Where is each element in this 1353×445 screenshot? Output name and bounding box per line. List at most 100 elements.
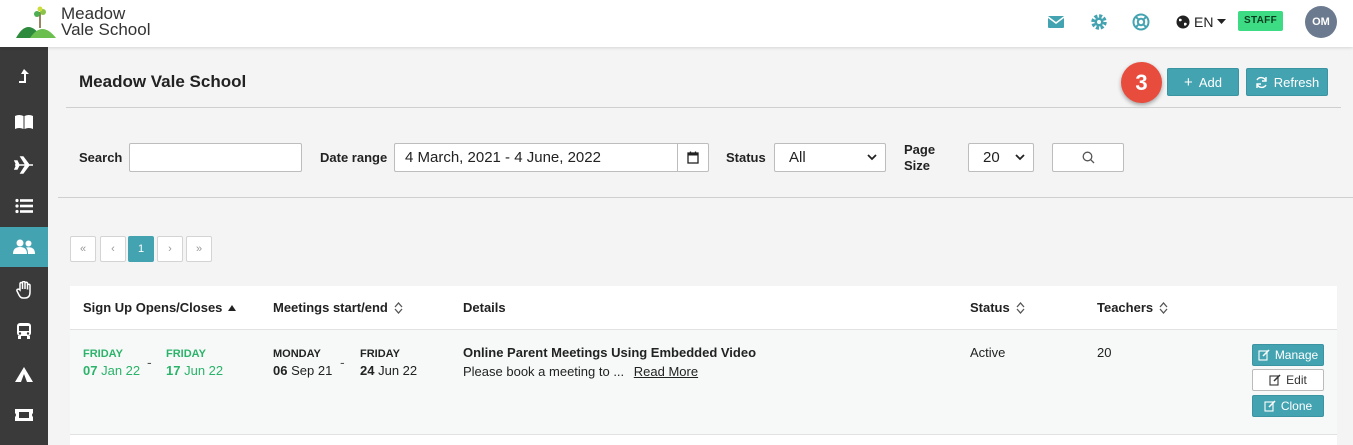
sort-icon bbox=[394, 301, 403, 314]
sidebar-item-list[interactable] bbox=[0, 186, 48, 226]
refresh-button[interactable]: Refresh bbox=[1246, 68, 1328, 96]
meeting-end-day: FRIDAY bbox=[360, 348, 400, 360]
read-more-link[interactable]: Read More bbox=[634, 364, 698, 379]
tent-icon bbox=[15, 367, 33, 382]
pagination-next[interactable]: › bbox=[157, 236, 183, 262]
status-label: Status bbox=[726, 150, 766, 165]
signup-close-daynum: 17 bbox=[166, 363, 181, 378]
meeting-start-daynum: 06 bbox=[273, 363, 288, 378]
status-select[interactable]: All bbox=[774, 143, 886, 172]
signup-close-date: 17 Jun 22 bbox=[166, 363, 223, 378]
edit-button-label: Edit bbox=[1286, 373, 1307, 387]
signup-open-monthyear: Jan 22 bbox=[101, 363, 141, 378]
meeting-end-monthyear: Jun 22 bbox=[378, 363, 418, 378]
column-details-label: Details bbox=[463, 300, 506, 315]
sidebar-item-hand[interactable] bbox=[0, 270, 48, 310]
ticket-icon bbox=[15, 409, 33, 421]
chevron-down-icon bbox=[1015, 154, 1025, 161]
sidebar-item-tickets[interactable] bbox=[0, 395, 48, 435]
column-meetings[interactable]: Meetings start/end bbox=[273, 300, 403, 315]
meeting-summary: Please book a meeting to ... Read More bbox=[463, 364, 698, 379]
avatar[interactable]: OM bbox=[1305, 6, 1337, 38]
add-button[interactable]: + Add bbox=[1167, 68, 1239, 96]
column-meetings-label: Meetings start/end bbox=[273, 300, 388, 315]
school-logo[interactable]: Meadow Vale School bbox=[16, 4, 156, 42]
plus-icon: + bbox=[1184, 73, 1193, 91]
sidebar-item-meetings[interactable] bbox=[0, 227, 48, 267]
pagination-page-1[interactable]: 1 bbox=[128, 236, 154, 262]
list-icon bbox=[15, 198, 33, 214]
refresh-icon bbox=[1256, 76, 1267, 88]
teachers-count: 20 bbox=[1097, 345, 1112, 360]
manage-button[interactable]: Manage bbox=[1252, 344, 1324, 366]
edit-icon bbox=[1264, 400, 1276, 412]
table-row: FRIDAY 07 Jan 22 - FRIDAY 17 Jun 22 MOND… bbox=[70, 330, 1337, 435]
clone-button-label: Clone bbox=[1280, 399, 1313, 413]
sidebar bbox=[0, 47, 48, 445]
pagination-prev[interactable]: ‹ bbox=[100, 236, 126, 262]
sort-asc-icon bbox=[228, 304, 237, 311]
signup-close-day: FRIDAY bbox=[166, 348, 206, 360]
sidebar-item-camp[interactable] bbox=[0, 354, 48, 394]
column-teachers[interactable]: Teachers bbox=[1097, 300, 1168, 315]
users-icon bbox=[13, 239, 35, 254]
signup-open-day: FRIDAY bbox=[83, 348, 123, 360]
meeting-end-date: 24 Jun 22 bbox=[360, 363, 417, 378]
column-details: Details bbox=[463, 300, 506, 315]
clone-button[interactable]: Clone bbox=[1252, 395, 1324, 417]
signup-open-daynum: 07 bbox=[83, 363, 98, 378]
status-select-value: All bbox=[789, 149, 806, 166]
book-icon bbox=[15, 115, 33, 129]
sidebar-item-upload[interactable] bbox=[0, 57, 48, 97]
page-size-select-value: 20 bbox=[983, 149, 1000, 166]
edit-icon bbox=[1269, 374, 1281, 386]
add-button-label: Add bbox=[1198, 74, 1222, 90]
edit-button[interactable]: Edit bbox=[1252, 369, 1324, 391]
column-signup[interactable]: Sign Up Opens/Closes bbox=[83, 300, 237, 315]
page-title: Meadow Vale School bbox=[79, 72, 247, 91]
search-input[interactable] bbox=[129, 143, 302, 172]
language-label: EN bbox=[1194, 14, 1214, 30]
sidebar-item-book[interactable] bbox=[0, 102, 48, 142]
language-selector[interactable]: EN bbox=[1176, 12, 1227, 32]
gear-icon[interactable] bbox=[1089, 12, 1109, 32]
chevron-down-icon bbox=[867, 154, 877, 161]
column-signup-label: Sign Up Opens/Closes bbox=[83, 300, 223, 315]
column-teachers-label: Teachers bbox=[1097, 300, 1154, 315]
page-size-label-line1: Page bbox=[904, 142, 936, 157]
meeting-start-date: 06 Sep 21 bbox=[273, 363, 332, 378]
top-bar: Meadow Vale School EN STAFF OM bbox=[0, 0, 1353, 47]
page-size-label: Page Size bbox=[904, 142, 935, 174]
date-range-input[interactable]: 4 March, 2021 - 4 June, 2022 bbox=[394, 143, 678, 172]
meeting-separator: - bbox=[340, 354, 345, 370]
meeting-end-daynum: 24 bbox=[360, 363, 375, 378]
search-label: Search bbox=[79, 150, 123, 165]
sidebar-item-transport[interactable] bbox=[0, 311, 48, 351]
upload-arrow-icon bbox=[19, 69, 29, 83]
role-badge: STAFF bbox=[1238, 11, 1283, 31]
lifebuoy-icon[interactable] bbox=[1131, 12, 1151, 32]
pagination-last[interactable]: » bbox=[186, 236, 212, 262]
edit-icon bbox=[1258, 349, 1270, 361]
signup-open-date: 07 Jan 22 bbox=[83, 363, 140, 378]
search-submit-button[interactable] bbox=[1052, 143, 1124, 172]
calendar-icon bbox=[687, 151, 699, 164]
pagination-first[interactable]: « bbox=[70, 236, 96, 262]
signup-close-monthyear: Jun 22 bbox=[184, 363, 224, 378]
date-range-label: Date range bbox=[320, 150, 388, 165]
page-size-select[interactable]: 20 bbox=[968, 143, 1034, 172]
page-size-label-line2: Size bbox=[904, 158, 931, 173]
bus-icon bbox=[17, 323, 31, 339]
hills-logo-icon bbox=[16, 6, 56, 38]
calendar-button[interactable] bbox=[677, 143, 709, 172]
main-content: Meadow Vale School 3 + Add Refresh Searc… bbox=[48, 47, 1353, 445]
meeting-summary-text: Please book a meeting to ... bbox=[463, 364, 625, 379]
column-status[interactable]: Status bbox=[970, 300, 1025, 315]
meeting-start-monthyear: Sep 21 bbox=[291, 363, 333, 378]
logo-line-2: Vale School bbox=[61, 20, 151, 39]
filter-divider bbox=[58, 197, 1353, 198]
sidebar-item-trips[interactable] bbox=[0, 145, 48, 185]
plane-icon bbox=[14, 156, 33, 174]
title-divider bbox=[66, 107, 1341, 108]
mail-icon[interactable] bbox=[1046, 12, 1066, 32]
